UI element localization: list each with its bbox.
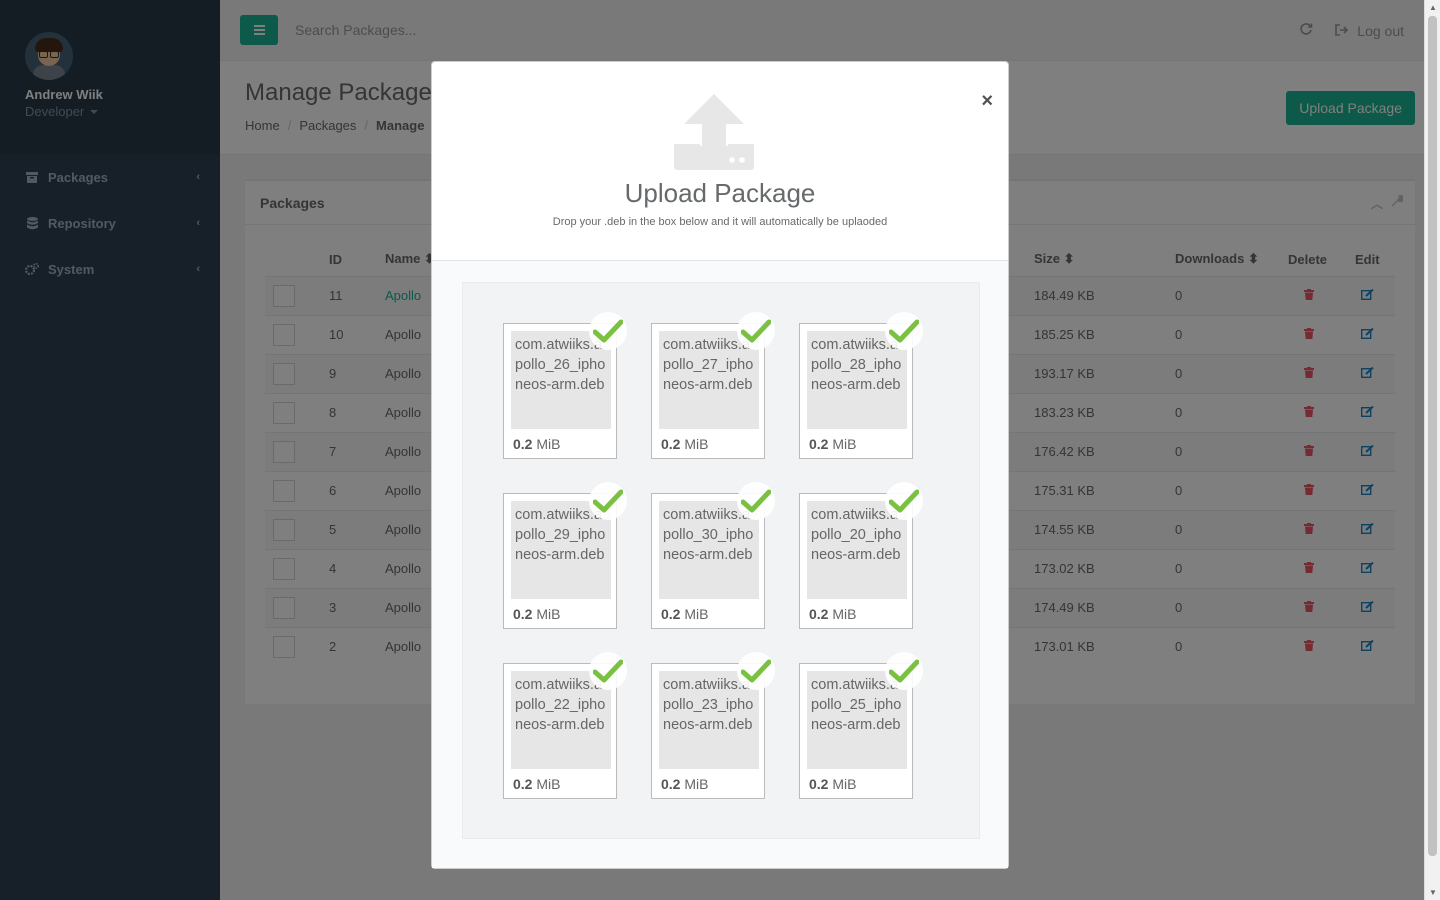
file-size: 0.2 MiB bbox=[513, 436, 561, 452]
upload-icon bbox=[674, 94, 754, 173]
scroll-down-arrow-icon[interactable]: ▼ bbox=[1429, 888, 1437, 897]
file-preview[interactable]: com.atwiiks.apollo_22_iphoneos-arm.deb 0.… bbox=[503, 652, 627, 799]
file-size: 0.2 MiB bbox=[661, 606, 709, 622]
success-check-icon bbox=[737, 482, 775, 520]
success-check-icon bbox=[737, 652, 775, 690]
file-size: 0.2 MiB bbox=[661, 436, 709, 452]
file-size: 0.2 MiB bbox=[809, 776, 857, 792]
file-size: 0.2 MiB bbox=[661, 776, 709, 792]
file-size: 0.2 MiB bbox=[809, 436, 857, 452]
dropzone[interactable]: com.atwiiks.apollo_26_iphoneos-arm.deb 0.… bbox=[462, 282, 980, 839]
success-check-icon bbox=[885, 482, 923, 520]
modal-header: × Upload Package Drop your .deb in the b… bbox=[432, 62, 1008, 261]
file-preview[interactable]: com.atwiiks.apollo_23_iphoneos-arm.deb 0.… bbox=[651, 652, 775, 799]
file-size: 0.2 MiB bbox=[513, 776, 561, 792]
modal-title: Upload Package bbox=[624, 178, 816, 208]
success-check-icon bbox=[589, 482, 627, 520]
file-preview[interactable]: com.atwiiks.apollo_29_iphoneos-arm.deb 0.… bbox=[503, 482, 627, 629]
success-check-icon bbox=[589, 312, 627, 350]
file-preview[interactable]: com.atwiiks.apollo_28_iphoneos-arm.deb 0.… bbox=[799, 312, 923, 459]
file-preview[interactable]: com.atwiiks.apollo_20_iphoneos-arm.deb 0.… bbox=[799, 482, 923, 629]
file-preview[interactable]: com.atwiiks.apollo_26_iphoneos-arm.deb 0.… bbox=[503, 312, 627, 459]
success-check-icon bbox=[589, 652, 627, 690]
success-check-icon bbox=[885, 652, 923, 690]
file-size: 0.2 MiB bbox=[809, 606, 857, 622]
modal-body: com.atwiiks.apollo_26_iphoneos-arm.deb 0.… bbox=[432, 261, 1008, 868]
file-preview[interactable]: com.atwiiks.apollo_25_iphoneos-arm.deb 0.… bbox=[799, 652, 923, 799]
page-scrollbar[interactable]: ▲ ▼ bbox=[1424, 0, 1440, 900]
upload-modal: × Upload Package Drop your .deb in the b… bbox=[431, 61, 1009, 869]
success-check-icon bbox=[737, 312, 775, 350]
file-size: 0.2 MiB bbox=[513, 606, 561, 622]
success-check-icon bbox=[885, 312, 923, 350]
scroll-up-arrow-icon[interactable]: ▲ bbox=[1429, 3, 1437, 12]
scrollbar-thumb[interactable] bbox=[1428, 16, 1437, 856]
close-button[interactable]: × bbox=[981, 90, 993, 113]
modal-subtitle: Drop your .deb in the box below and it w… bbox=[552, 216, 888, 228]
file-preview[interactable]: com.atwiiks.apollo_27_iphoneos-arm.deb 0.… bbox=[651, 312, 775, 459]
file-preview[interactable]: com.atwiiks.apollo_30_iphoneos-arm.deb 0.… bbox=[651, 482, 775, 629]
